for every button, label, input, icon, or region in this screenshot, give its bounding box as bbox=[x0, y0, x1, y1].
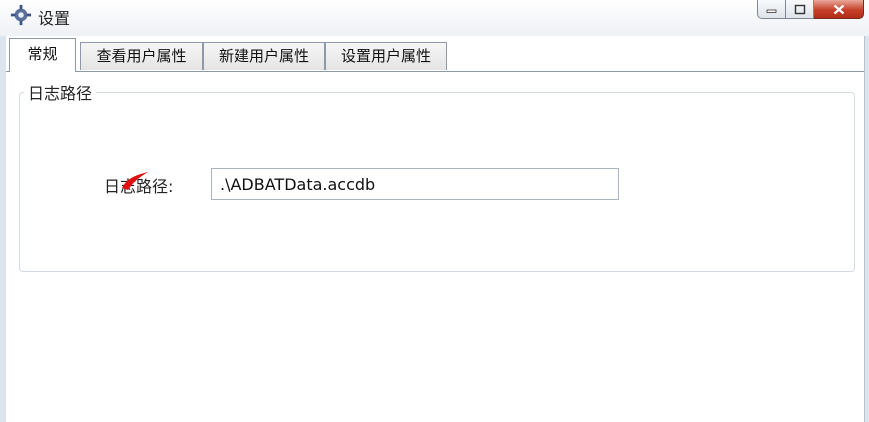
tab-panel-general: 日志路径 日志路径: bbox=[6, 71, 864, 422]
window-controls bbox=[757, 0, 864, 20]
tab-view-user-properties[interactable]: 查看用户属性 bbox=[80, 42, 203, 70]
minimize-icon bbox=[766, 9, 776, 13]
maximize-button[interactable] bbox=[786, 0, 814, 19]
title-bar: 设置 bbox=[0, 0, 869, 36]
minimize-button[interactable] bbox=[757, 0, 786, 19]
maximize-icon bbox=[794, 4, 805, 14]
log-path-group-title: 日志路径 bbox=[24, 80, 97, 104]
annotation-mark bbox=[122, 172, 148, 190]
tab-strip: 常规 查看用户属性 新建用户属性 设置用户属性 bbox=[6, 38, 864, 72]
tab-general[interactable]: 常规 bbox=[9, 38, 76, 72]
window-frame-right bbox=[864, 36, 869, 422]
tab-set-user-properties[interactable]: 设置用户属性 bbox=[325, 42, 447, 70]
log-path-input[interactable] bbox=[211, 168, 619, 200]
close-icon bbox=[833, 4, 844, 14]
gear-icon bbox=[10, 4, 32, 26]
window-title: 设置 bbox=[38, 9, 71, 28]
close-button[interactable] bbox=[814, 0, 864, 19]
tab-new-user-properties[interactable]: 新建用户属性 bbox=[203, 42, 325, 70]
